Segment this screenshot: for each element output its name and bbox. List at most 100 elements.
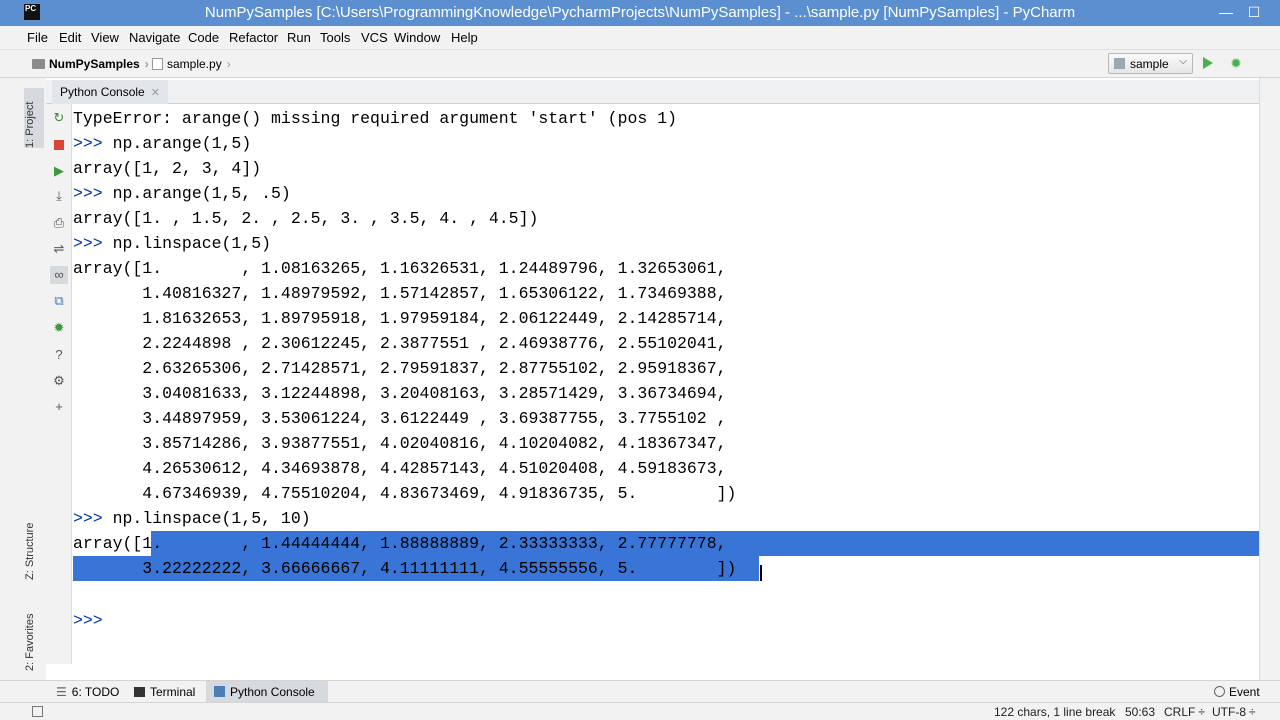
caret-position[interactable]: 50:63 — [1125, 705, 1155, 719]
terminal-icon — [134, 687, 145, 697]
text-cursor-icon — [760, 565, 762, 581]
chevron-down-icon: ÷ — [1198, 705, 1205, 719]
console-text: 2.63265306, 2.71428571, 2.79591837, 2.87… — [73, 359, 727, 378]
breadcrumb-file[interactable]: sample.py › — [152, 57, 231, 71]
print-icon[interactable]: ⎙ — [50, 214, 68, 232]
chevron-right-icon: › — [226, 57, 231, 71]
menu-help[interactable]: Help — [451, 30, 478, 45]
console-text: 1.81632653, 1.89795918, 1.97959184, 2.06… — [73, 309, 727, 328]
chevron-right-icon: › — [144, 57, 149, 71]
scroll-to-end-icon[interactable]: ⤓ — [50, 187, 68, 205]
console-text: np.arange(1,5, .5) — [112, 184, 291, 203]
minimize-button[interactable]: — — [1216, 2, 1236, 22]
console-text: TypeError: arange() missing required arg… — [73, 109, 677, 128]
terminal-tool-tab[interactable]: Terminal — [126, 681, 203, 703]
menu-vcs[interactable]: VCS — [361, 30, 388, 45]
todo-tab-label: 6: TODO — [71, 685, 120, 699]
menu-edit[interactable]: Edit — [59, 30, 81, 45]
run-button[interactable] — [1203, 57, 1213, 69]
menu-tools[interactable]: Tools — [320, 30, 350, 45]
console-line: array([1. , 1.08163265, 1.16326531, 1.24… — [73, 256, 727, 281]
right-tool-stripe — [1259, 78, 1280, 680]
console-line: 2.2244898 , 2.30612245, 2.3877551 , 2.46… — [73, 331, 727, 356]
tool-windows-toggle-icon[interactable] — [32, 706, 43, 717]
console-line: TypeError: arange() missing required arg… — [73, 106, 677, 131]
console-line: 3.44897959, 3.53061224, 3.6122449 , 3.69… — [73, 406, 727, 431]
breadcrumb-file-label: sample.py — [167, 57, 222, 71]
title-bar: PC NumPySamples [C:\Users\ProgrammingKno… — [0, 0, 1280, 26]
chevron-down-icon: ÷ — [1249, 705, 1256, 719]
line-separator-widget[interactable]: CRLF ÷ — [1164, 705, 1205, 719]
structure-tool-tab[interactable]: Z: Structure — [24, 492, 44, 580]
menu-window[interactable]: Window — [394, 30, 440, 45]
favorites-tool-tab[interactable]: 2: Favorites — [24, 593, 44, 671]
rerun-icon[interactable]: ↻ — [50, 109, 68, 127]
breadcrumb-project[interactable]: NumPySamples › — [32, 57, 149, 71]
console-toolbar: ↻ ▶ ⤓ ⎙ ⇌ ∞ ⧉ ✹ ? ⚙ + — [46, 104, 72, 664]
console-text: array([1. , 1.5, 2. , 2.5, 3. , 3.5, 4. … — [73, 209, 539, 228]
encoding-widget[interactable]: UTF-8 ÷ — [1212, 705, 1256, 719]
console-text: 3.85714286, 3.93877551, 4.02040816, 4.10… — [73, 434, 727, 453]
console-line: 1.81632653, 1.89795918, 1.97959184, 2.06… — [73, 306, 727, 331]
console-text: 3.04081633, 3.12244898, 3.20408163, 3.28… — [73, 384, 727, 403]
event-log-tab-label: Event — [1229, 685, 1260, 699]
python-icon — [214, 686, 225, 697]
console-line: 3.85714286, 3.93877551, 4.02040816, 4.10… — [73, 431, 727, 456]
menu-refactor[interactable]: Refactor — [229, 30, 278, 45]
maximize-button[interactable]: ☐ — [1244, 2, 1264, 22]
console-text: np.linspace(1,5) — [112, 234, 272, 253]
menu-code[interactable]: Code — [188, 30, 219, 45]
python-file-icon — [152, 58, 163, 70]
show-variables-icon[interactable]: ∞ — [50, 266, 68, 284]
help-icon[interactable]: ? — [50, 346, 68, 364]
debug-bug-icon[interactable]: ✹ — [1228, 55, 1244, 71]
execute-icon[interactable]: ▶ — [50, 162, 68, 180]
console-input-line[interactable]: >>> — [73, 608, 113, 633]
console-prompt: >>> — [73, 234, 113, 253]
add-icon[interactable]: + — [50, 398, 68, 416]
menu-view[interactable]: View — [91, 30, 119, 45]
console-text: 4.26530612, 4.34693878, 4.42857143, 4.51… — [73, 459, 727, 478]
console-line: 4.67346939, 4.75510204, 4.83673469, 4.91… — [73, 481, 736, 506]
console-text: np.arange(1,5) — [112, 134, 252, 153]
menu-run[interactable]: Run — [287, 30, 311, 45]
console-tab-bar: Python Console ✕ — [46, 80, 1260, 104]
settings-gear-icon[interactable]: ⚙ — [50, 372, 68, 390]
event-log-tool-tab[interactable]: Event — [1206, 681, 1268, 703]
console-text: 3.22222222, 3.66666667, 4.11111111, 4.55… — [73, 559, 737, 578]
console-prompt: >>> — [73, 184, 113, 203]
attach-debugger-icon[interactable]: ✹ — [50, 319, 68, 337]
console-text: 3.44897959, 3.53061224, 3.6122449 , 3.69… — [73, 409, 727, 428]
selection-info: 122 chars, 1 line break — [994, 705, 1116, 719]
left-tool-stripe: 1: Project Z: Structure 2: Favorites — [0, 78, 46, 680]
console-output[interactable]: TypeError: arange() missing required arg… — [73, 104, 1259, 664]
console-line: array([1. , 1.5, 2. , 2.5, 3. , 3.5, 4. … — [73, 206, 538, 231]
new-console-icon[interactable]: ⧉ — [50, 292, 68, 310]
console-line: >>> np.linspace(1,5) — [73, 231, 271, 256]
run-configuration-select[interactable]: sample ⌵ — [1108, 53, 1193, 74]
console-text: array([1. , 1.08163265, 1.16326531, 1.24… — [73, 259, 727, 278]
project-tool-tab[interactable]: 1: Project — [24, 88, 44, 148]
menu-navigate[interactable]: Navigate — [129, 30, 180, 45]
console-line: >>> np.linspace(1,5, 10) — [73, 506, 311, 531]
stop-icon[interactable] — [50, 136, 68, 154]
console-line: array([1, 2, 3, 4]) — [73, 156, 261, 181]
python-console-tab-label: Python Console — [230, 685, 315, 699]
menu-file[interactable]: File — [27, 30, 48, 45]
console-text: 2.2244898 , 2.30612245, 2.3877551 , 2.46… — [73, 334, 727, 353]
console-tab-label: Python Console — [60, 85, 145, 99]
console-prompt: >>> — [73, 509, 113, 528]
python-config-icon — [1114, 58, 1125, 69]
soft-wrap-icon[interactable]: ⇌ — [50, 240, 68, 258]
todo-tool-tab[interactable]: ☰ 6: TODO — [48, 681, 127, 703]
python-console-tool-tab[interactable]: Python Console — [206, 681, 328, 703]
encoding-label: UTF-8 — [1212, 705, 1246, 719]
breadcrumb-project-label: NumPySamples — [49, 57, 140, 71]
console-text: array([1. , 1.44444444, 1.88888889, 2.33… — [73, 534, 727, 553]
console-line: 1.40816327, 1.48979592, 1.57142857, 1.65… — [73, 281, 726, 306]
close-icon[interactable]: ✕ — [151, 87, 160, 99]
search-icon — [1214, 686, 1225, 697]
favorites-tab-label: 2: Favorites — [24, 613, 36, 671]
run-configuration-label: sample — [1130, 57, 1169, 71]
python-console-tab[interactable]: Python Console ✕ — [52, 80, 168, 104]
